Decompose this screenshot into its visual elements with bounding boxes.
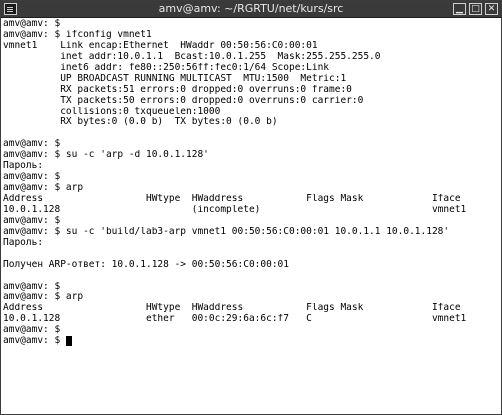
terminal-line: amv@amv: $ [3,139,499,150]
terminal-line-text: 10.0.1.128 ether 00:0c:29:6a:6c:f7 C vmn… [3,314,467,325]
terminal-line: Address HWtype HWaddress Flags Mask Ifac… [3,194,499,205]
terminal-line: Пароль: [3,161,499,172]
terminal-line: amv@amv: $ ifconfig vmnet1 [3,30,499,41]
terminal-line: amv@amv: $ [3,325,499,336]
title-bar[interactable]: amv@amv: ~/RGRTU/net/kurs/src ▁ □ ✕ [1,1,501,18]
terminal-line-text: amv@amv: $ [3,215,61,226]
terminal-line-text: Получен ARP-ответ: 10.0.1.128 -> 00:50:5… [3,259,289,270]
terminal-line-text: amv@amv: $ [3,19,61,29]
terminal-line: RX packets:51 errors:0 dropped:0 overrun… [3,85,499,96]
terminal-output[interactable]: amv@amv: $ amv@amv: $ ifconfig vmnet1 vmne… [1,18,501,414]
terminal-line-text: amv@amv: $ ifconfig vmnet1 [3,29,152,40]
terminal-line-text: RX bytes:0 (0.0 b) TX bytes:0 (0.0 b) [3,117,278,128]
terminal-line-text: amv@amv: $ [3,281,61,292]
terminal-line: 10.0.1.128 ether 00:0c:29:6a:6c:f7 C vmn… [3,314,499,325]
terminal-window: amv@amv: ~/RGRTU/net/kurs/src ▁ □ ✕ amv@… [0,0,502,415]
terminal-line-text: Address HWtype HWaddress Flags Mask Ifac… [3,303,461,314]
terminal-line-text: Пароль: [3,161,44,172]
terminal-line-text: Address HWtype HWaddress Flags Mask Ifac… [3,194,461,204]
terminal-line: amv@amv: $ [3,172,499,183]
terminal-line: inet addr:10.0.1.1 Bcast:10.0.1.255 Mask… [3,52,499,63]
terminal-line-text: UP BROADCAST RUNNING MULTICAST MTU:1500 … [3,73,347,84]
terminal-line-text: amv@amv: $ [3,325,61,336]
terminal-line-text: amv@amv: $ su -c 'arp -d 10.0.1.128' [3,150,209,161]
terminal-line-text: amv@amv: $ su -c 'build/lab3-arp vmnet1 … [3,226,450,237]
terminal-line: Пароль: [3,238,499,249]
terminal-line: inet6 addr: fe80::250:56ff:fec0:1/64 Sco… [3,63,499,74]
terminal-line: amv@amv: $ [3,19,499,30]
terminal-line: TX packets:50 errors:0 dropped:0 overrun… [3,96,499,107]
terminal-line: 10.0.1.128 (incomplete) vmnet1 [3,205,499,216]
terminal-line-text: amv@amv: $ arp [3,183,84,194]
minimize-button[interactable]: ▁ [453,3,466,15]
terminal-line: amv@amv: $ arp [3,292,499,303]
terminal-line: UP BROADCAST RUNNING MULTICAST MTU:1500 … [3,74,499,85]
terminal-line: Address HWtype HWaddress Flags Mask Ifac… [3,303,499,314]
terminal-line: amv@amv: $ [3,282,499,293]
terminal-line-text: amv@amv: $ [3,172,61,183]
terminal-line: RX bytes:0 (0.0 b) TX bytes:0 (0.0 b) [3,117,499,128]
text-cursor [65,336,72,347]
terminal-line-text: amv@amv: $ [3,139,61,150]
terminal-line: amv@amv: $ su -c 'build/lab3-arp vmnet1 … [3,227,499,238]
terminal-line: amv@amv: $ su -c 'arp -d 10.0.1.128' [3,150,499,161]
terminal-line-text: amv@amv: $ arp [3,292,84,303]
terminal-line: amv@amv: $ [3,216,499,227]
terminal-line: Получен ARP-ответ: 10.0.1.128 -> 00:50:5… [3,260,499,271]
maximize-button[interactable]: □ [469,3,482,15]
window-title: amv@amv: ~/RGRTU/net/kurs/src [158,2,344,15]
terminal-line-text: inet6 addr: fe80::250:56ff:fec0:1/64 Sco… [3,62,330,73]
terminal-line: vmnet1 Link encap:Ethernet HWaddr 00:50:… [3,41,499,52]
terminal-line: amv@amv: $ arp [3,183,499,194]
terminal-line-text: vmnet1 Link encap:Ethernet HWaddr 00:50:… [3,40,318,51]
window-controls: ▁ □ ✕ [453,3,498,15]
terminal-line-text: RX packets:51 errors:0 dropped:0 overrun… [3,84,352,95]
close-button[interactable]: ✕ [485,3,498,15]
terminal-line-text: collisions:0 txqueuelen:1000 [3,106,221,117]
terminal-line-text: Пароль: [3,237,44,248]
terminal-line: amv@amv: $ [3,336,499,347]
terminal-line-text: amv@amv: $ [3,336,66,347]
terminal-line-text: 10.0.1.128 (incomplete) vmnet1 [3,204,467,215]
terminal-line-text: TX packets:50 errors:0 dropped:0 overrun… [3,95,364,106]
terminal-line-text: inet addr:10.0.1.1 Bcast:10.0.1.255 Mask… [3,51,381,62]
terminal-lines: amv@amv: $ amv@amv: $ ifconfig vmnet1 vmne… [3,19,499,347]
terminal-line: collisions:0 txqueuelen:1000 [3,107,499,118]
